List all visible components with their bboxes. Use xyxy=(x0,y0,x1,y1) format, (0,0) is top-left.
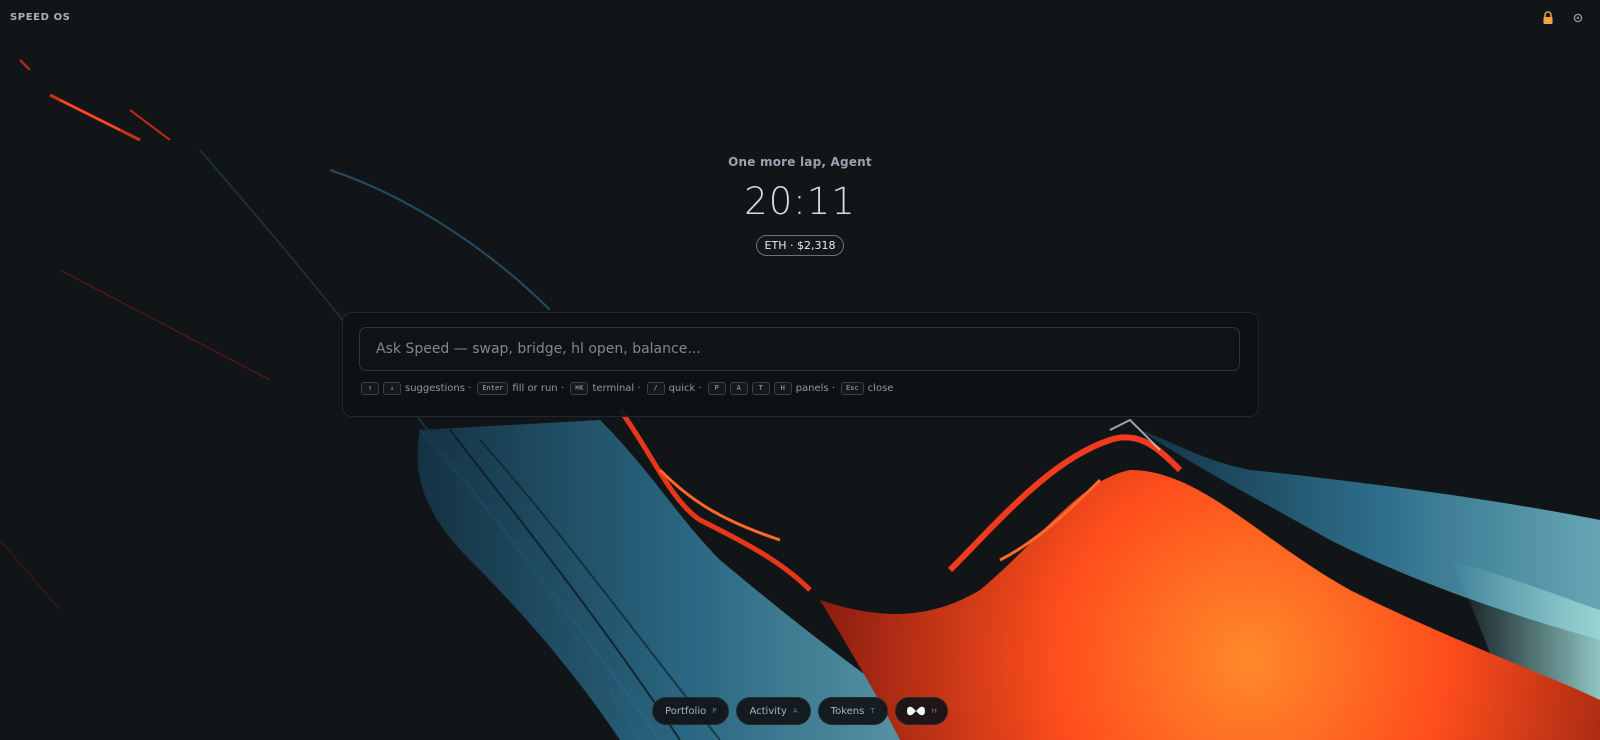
key-h-hint: H xyxy=(773,382,792,395)
tokens-label: Tokens xyxy=(830,705,865,717)
key-a-hint: A xyxy=(729,382,748,395)
brand-title: SPEED OS xyxy=(10,12,71,23)
command-input[interactable] xyxy=(359,327,1240,371)
hyperliquid-button[interactable]: H xyxy=(894,697,948,725)
topbar-icons xyxy=(1542,11,1584,25)
activity-shortcut: A xyxy=(792,707,798,715)
key-t-hint: T xyxy=(751,382,770,395)
hint-panels: panels · xyxy=(795,383,836,394)
key-enter-hint: Enter xyxy=(477,382,509,395)
activity-label: Activity xyxy=(749,705,787,717)
key-p-hint: P xyxy=(707,382,726,395)
hint-quick: quick · xyxy=(668,383,702,394)
key-down-hint: ↓ xyxy=(383,382,401,395)
keyboard-hints: ↑ ↓ suggestions · Enter fill or run · ⌘K… xyxy=(361,382,895,395)
tokens-button[interactable]: Tokens T xyxy=(817,697,888,725)
command-panel: ↑ ↓ suggestions · Enter fill or run · ⌘K… xyxy=(342,312,1259,417)
settings-icon[interactable] xyxy=(1572,12,1584,24)
hyperliquid-logo-icon xyxy=(906,706,925,716)
hint-close: close xyxy=(867,383,894,394)
hint-suggestions: suggestions · xyxy=(405,383,472,394)
tokens-shortcut: T xyxy=(870,707,875,715)
eth-price-badge[interactable]: ETH · $2,318 xyxy=(755,235,845,256)
greeting-text: One more lap, Agent xyxy=(728,155,872,169)
hint-fill-run: fill or run · xyxy=(512,383,564,394)
bottom-dock: Portfolio P Activity A Tokens T H xyxy=(0,697,1600,725)
key-up-hint: ↑ xyxy=(361,382,379,395)
hyperliquid-shortcut: H xyxy=(931,707,937,715)
activity-button[interactable]: Activity A xyxy=(736,697,811,725)
portfolio-shortcut: P xyxy=(712,707,717,715)
key-cmdk-hint: ⌘K xyxy=(570,382,589,395)
portfolio-label: Portfolio xyxy=(665,705,707,717)
hint-terminal: terminal · xyxy=(592,383,641,394)
key-esc-hint: Esc xyxy=(841,382,864,395)
desktop: SPEED OS One more lap, Agent 20:11 ETH ·… xyxy=(0,0,1600,740)
key-slash-hint: / xyxy=(646,382,665,395)
price-badge-wrap: ETH · $2,318 xyxy=(0,234,1600,256)
lock-icon[interactable] xyxy=(1542,11,1554,25)
clock-time: 20:11 xyxy=(744,180,856,223)
portfolio-button[interactable]: Portfolio P xyxy=(652,697,730,725)
